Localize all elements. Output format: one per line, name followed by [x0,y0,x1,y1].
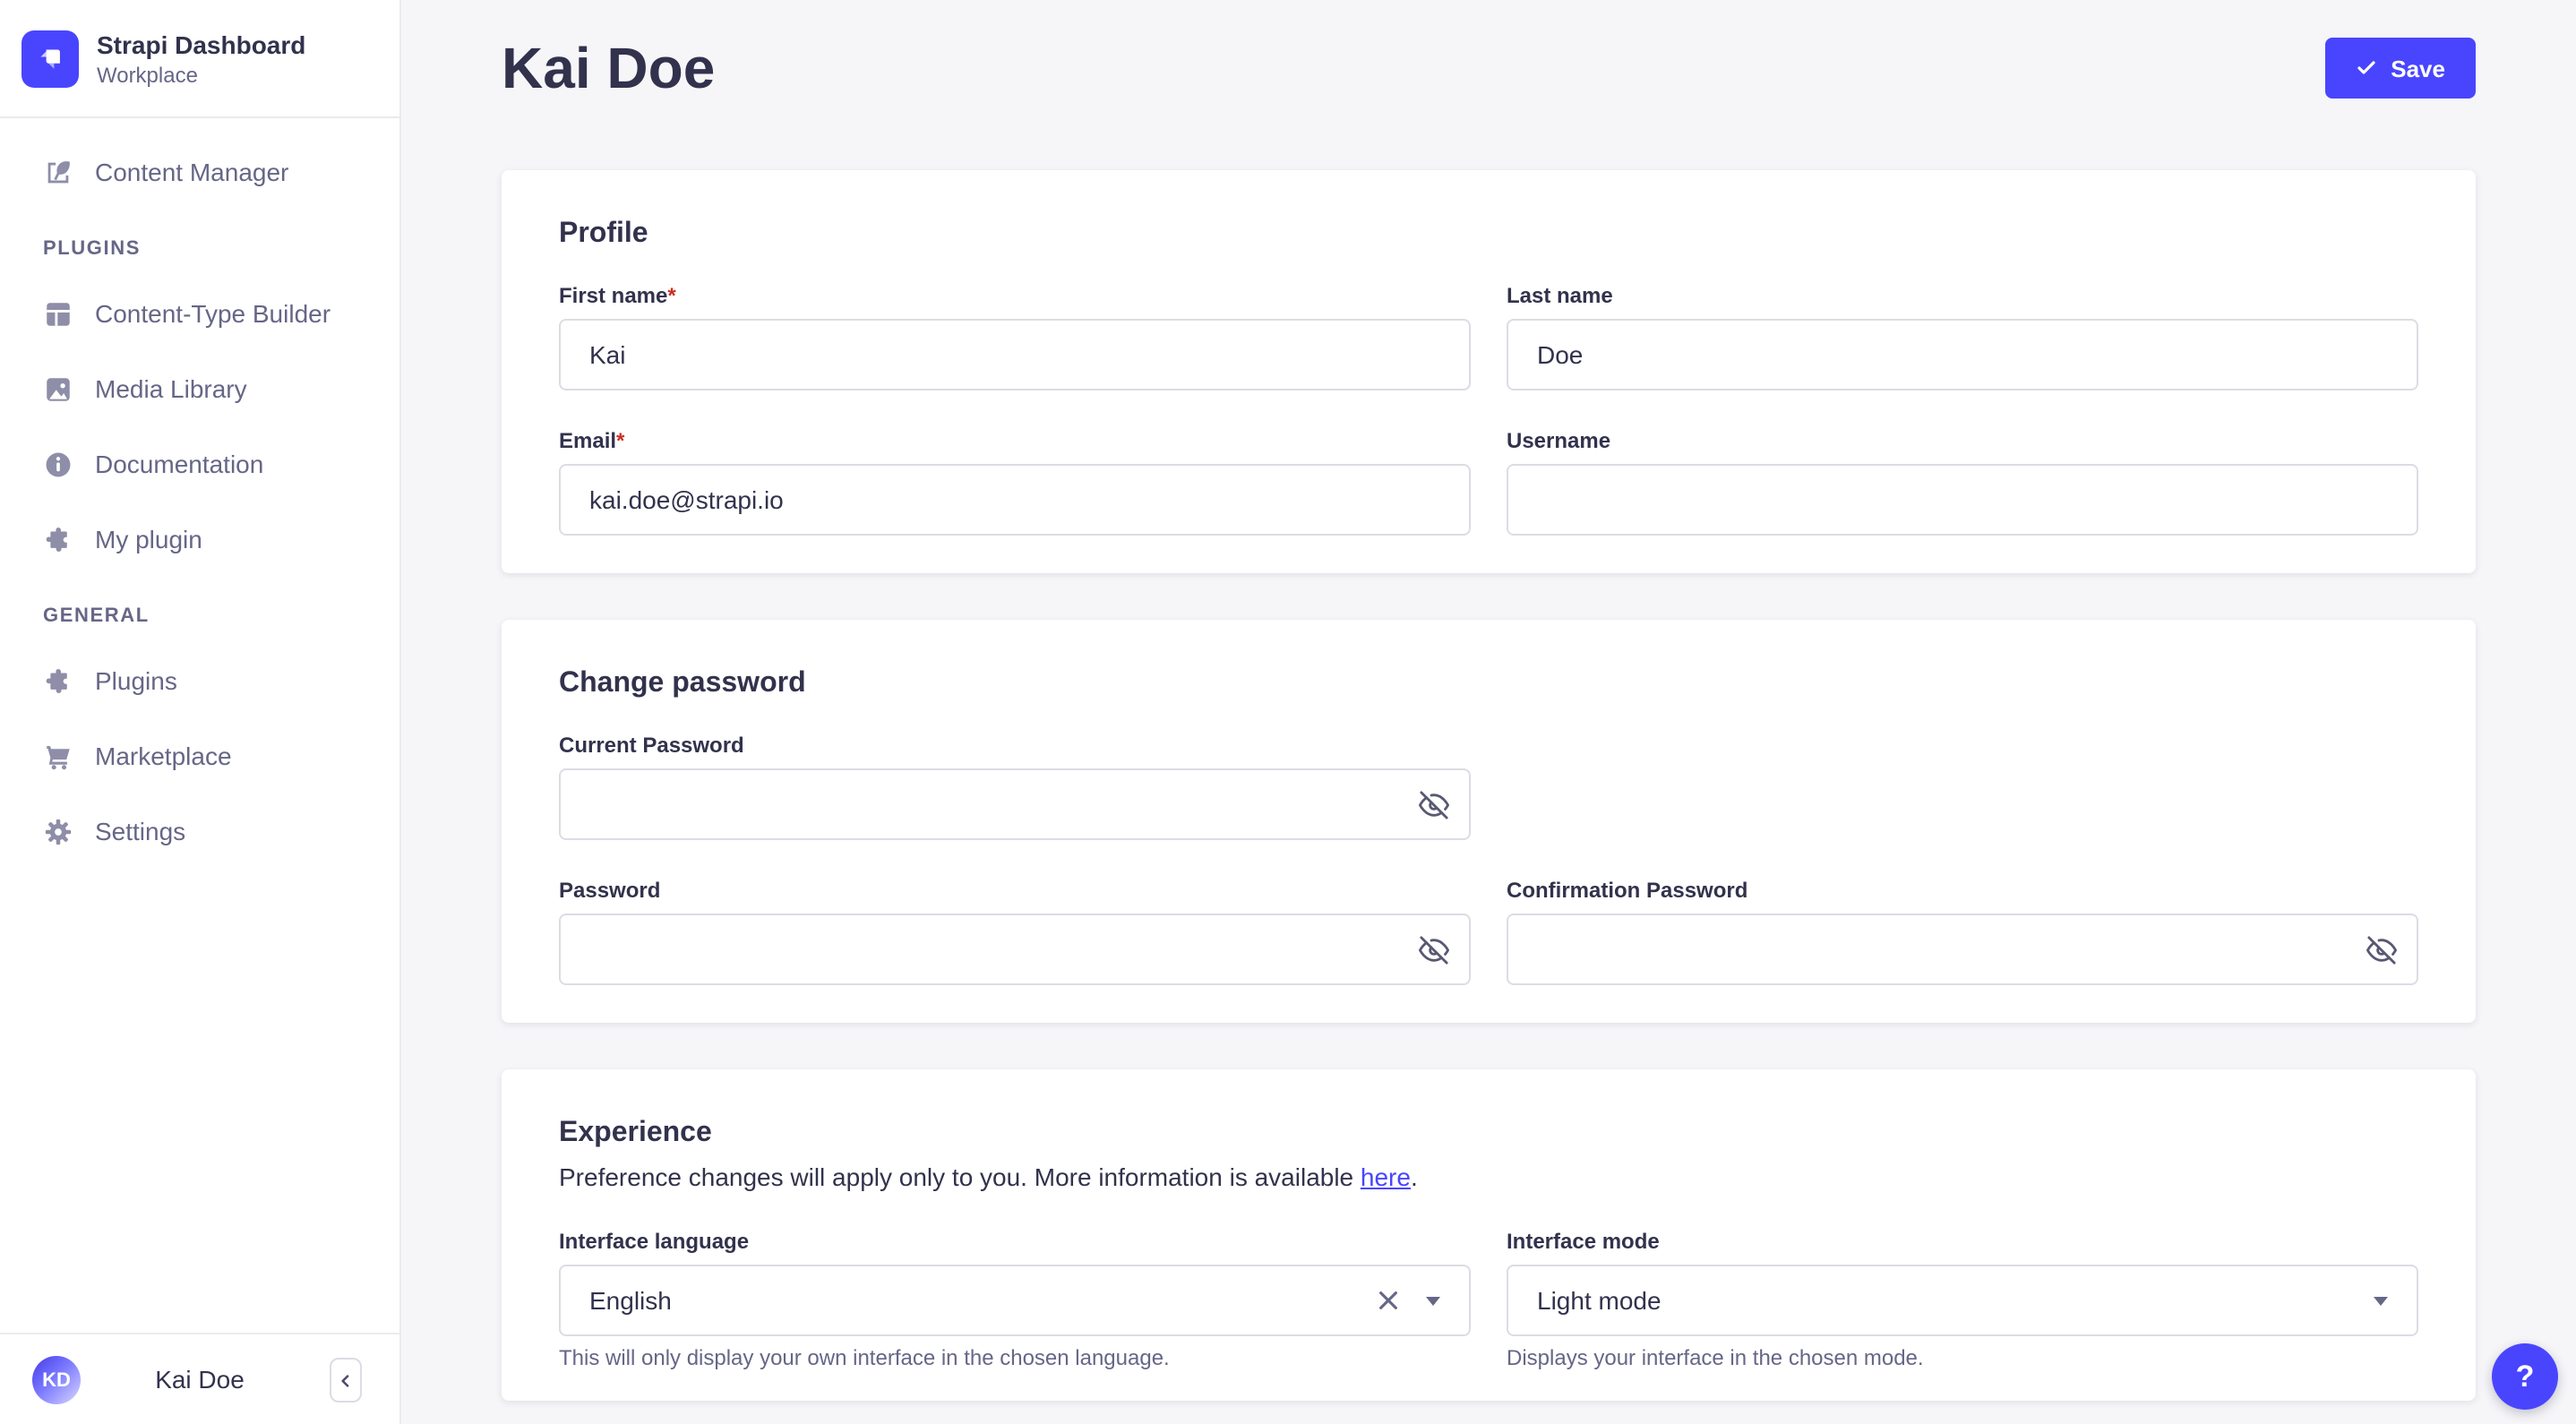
profile-card: Profile First name* Last name Email* Use… [502,170,2476,573]
sidebar-nav: Content Manager PLUGINS Content-Type Bui… [0,118,399,862]
gear-icon [43,816,73,846]
confirmation-password-input[interactable] [1507,914,2418,985]
eye-off-icon [2366,934,2396,965]
username-label: Username [1507,428,1611,453]
interface-language-field-group: Interface language English This will onl… [559,1229,1471,1370]
interface-mode-select[interactable]: Light mode [1507,1265,2418,1336]
current-password-input[interactable] [559,768,1471,840]
sidebar-item-media-library[interactable]: Media Library [0,358,399,419]
puzzle-icon [43,524,73,554]
sidebar-collapse-button[interactable] [330,1358,362,1403]
help-button[interactable]: ? [2492,1343,2558,1410]
interface-language-label: Interface language [559,1229,750,1254]
workspace-subtitle: Workplace [97,62,198,87]
question-mark-icon: ? [2515,1359,2535,1393]
puzzle-icon [43,665,73,696]
info-icon [43,449,73,479]
change-password-card-title: Change password [559,668,806,699]
password-label: Password [559,878,661,903]
page-title: Kai Doe [502,36,716,100]
feather-edit-icon [43,157,73,187]
sidebar-section-general: GENERAL [43,605,150,627]
more-information-link[interactable]: here [1361,1162,1411,1191]
interface-language-hint: This will only display your own interfac… [559,1345,1170,1370]
user-menu[interactable]: KD Kai Doe [0,1334,399,1424]
avatar: KD [32,1356,81,1404]
password-input[interactable] [559,914,1471,985]
brand-text: Strapi Dashboard Workplace [97,30,305,87]
sidebar-item-plugins[interactable]: Plugins [0,650,399,711]
sidebar-item-documentation[interactable]: Documentation [0,433,399,494]
email-label: Email* [559,428,625,453]
new-password-field-group: Password [559,878,1471,985]
profile-card-title: Profile [559,219,648,249]
sidebar-item-label: Content-Type Builder [95,299,331,328]
change-password-card: Change password Current Password Passwor… [502,620,2476,1023]
sidebar-item-label: Content Manager [95,158,289,186]
strapi-logo-icon [21,30,79,87]
toggle-password-visibility-button[interactable] [1417,788,1449,820]
cart-icon [43,741,73,771]
user-name: Kai Doe [155,1365,245,1394]
page-header: Kai Doe Save [401,0,2576,170]
sidebar-footer: KD Kai Doe [0,1333,399,1424]
save-button-label: Save [2391,55,2445,81]
workspace-brand[interactable]: Strapi Dashboard Workplace [0,0,399,118]
sidebar-item-content-manager[interactable]: Content Manager [0,142,399,202]
sidebar-item-label: My plugin [95,525,202,553]
sidebar-item-marketplace[interactable]: Marketplace [0,725,399,786]
sidebar-item-settings[interactable]: Settings [0,801,399,862]
spacer-cell [1507,733,2418,840]
sidebar-item-my-plugin[interactable]: My plugin [0,509,399,570]
username-field-group: Username [1507,428,2418,536]
current-password-label: Current Password [559,733,744,758]
sidebar: Strapi Dashboard Workplace Content Manag… [0,0,401,1424]
interface-language-select[interactable]: English [559,1265,1471,1336]
required-asterisk: * [667,283,676,308]
confirmation-password-label: Confirmation Password [1507,878,1748,903]
sidebar-section-plugins: PLUGINS [43,238,141,260]
sidebar-item-label: Marketplace [95,742,232,770]
strapi-admin-page: Strapi Dashboard Workplace Content Manag… [0,0,2576,1424]
clear-icon[interactable] [1376,1288,1401,1313]
layout-icon [43,298,73,329]
eye-off-icon [1418,789,1448,819]
chevron-down-icon[interactable] [1426,1296,1440,1305]
interface-mode-hint: Displays your interface in the chosen mo… [1507,1345,1924,1370]
main-content: Kai Doe Save Profile First name* Last na… [401,0,2576,1424]
interface-mode-field-group: Interface mode Light mode Displays your … [1507,1229,2418,1370]
confirmation-password-field-group: Confirmation Password [1507,878,2418,985]
image-icon [43,373,73,404]
sidebar-item-content-type-builder[interactable]: Content-Type Builder [0,283,399,344]
last-name-field-group: Last name [1507,283,2418,390]
last-name-label: Last name [1507,283,1613,308]
experience-card: Experience Preference changes will apply… [502,1069,2476,1401]
interface-mode-label: Interface mode [1507,1229,1660,1254]
eye-off-icon [1418,934,1448,965]
sidebar-item-label: Media Library [95,374,247,403]
toggle-password-visibility-button[interactable] [1417,933,1449,965]
first-name-label: First name* [559,283,676,308]
interface-language-value: English [589,1286,672,1315]
experience-description: Preference changes will apply only to yo… [559,1162,1418,1191]
sidebar-item-label: Settings [95,817,186,845]
sidebar-item-label: Documentation [95,450,264,478]
current-password-field-group: Current Password [559,733,1471,840]
last-name-input[interactable] [1507,319,2418,390]
save-button[interactable]: Save [2324,38,2476,99]
experience-card-title: Experience [559,1118,712,1148]
email-input[interactable] [559,464,1471,536]
username-input[interactable] [1507,464,2418,536]
required-asterisk: * [616,428,625,453]
email-field-group: Email* [559,428,1471,536]
toggle-password-visibility-button[interactable] [2365,933,2397,965]
sidebar-item-label: Plugins [95,666,177,695]
check-icon [2355,57,2376,79]
first-name-input[interactable] [559,319,1471,390]
workspace-title: Strapi Dashboard [97,30,306,58]
interface-mode-value: Light mode [1537,1286,1662,1315]
chevron-down-icon[interactable] [2374,1296,2388,1305]
chevron-left-icon [337,1371,355,1389]
first-name-field-group: First name* [559,283,1471,390]
